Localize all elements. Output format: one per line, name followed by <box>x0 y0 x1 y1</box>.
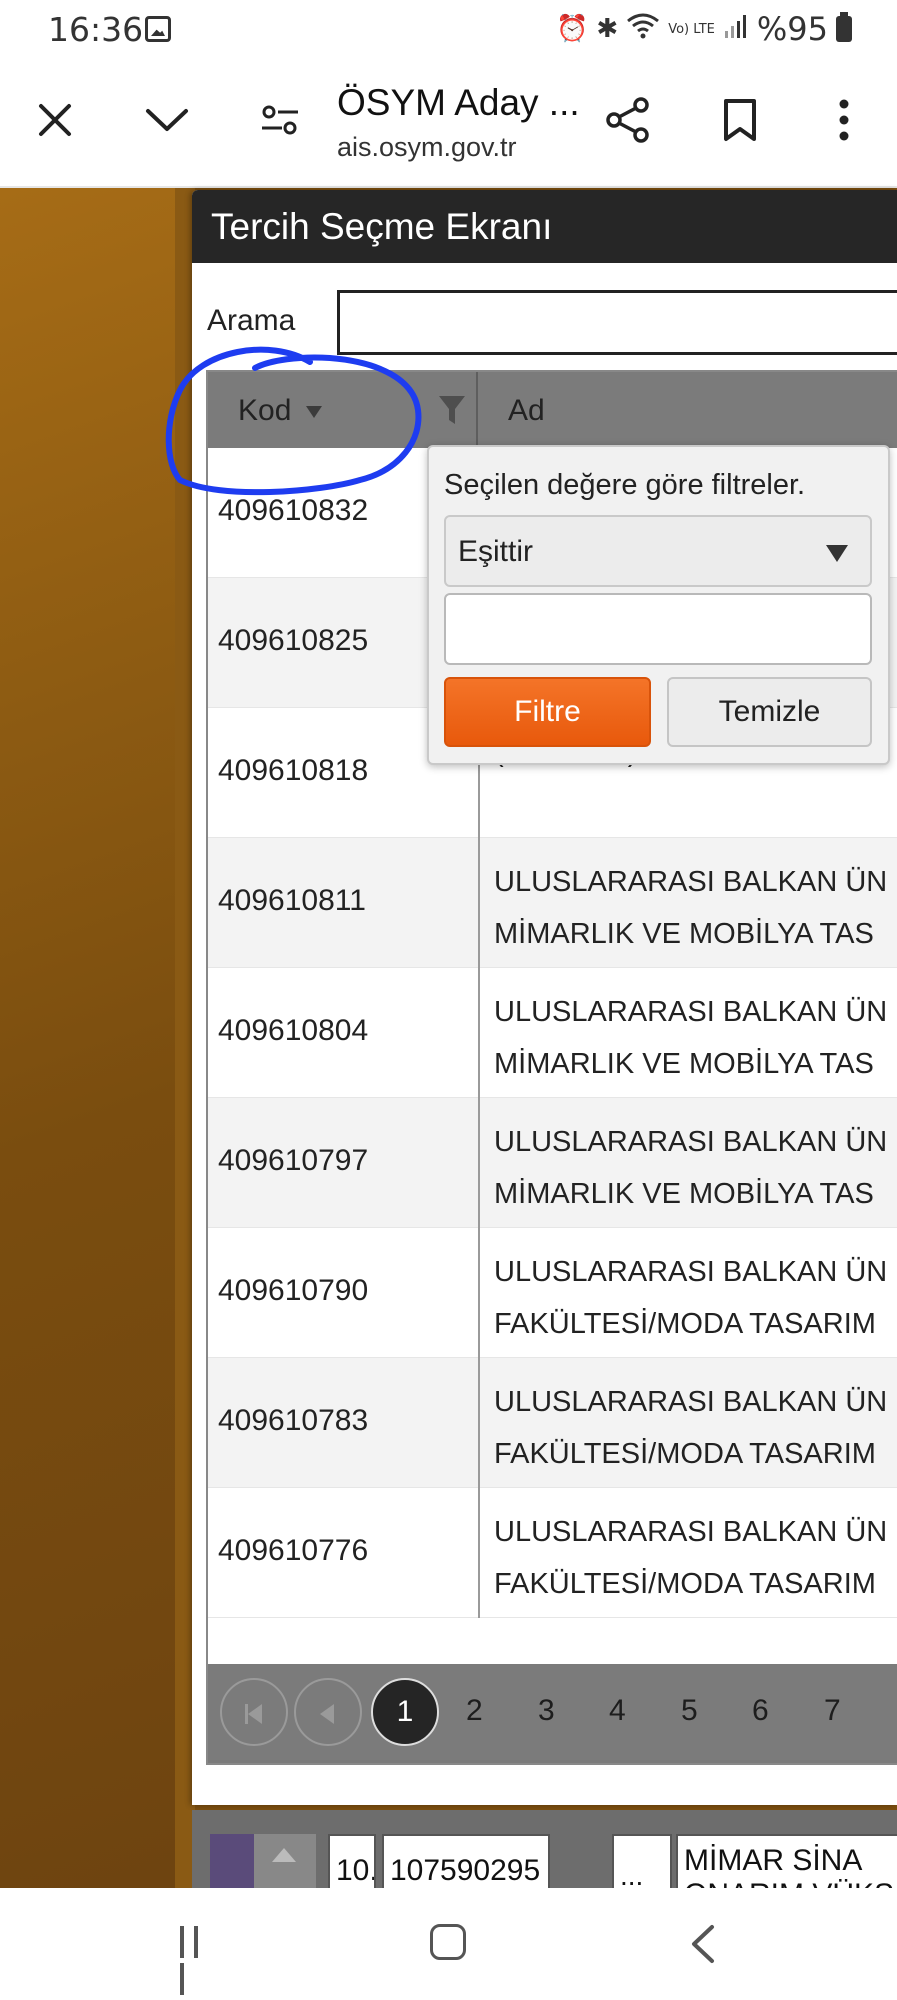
table-row[interactable]: 409610783 ULUSLARARASI BALKAN ÜN FAKÜLTES… <box>208 1358 897 1488</box>
status-time: 16:36 <box>48 10 144 49</box>
filter-popup: Seçilen değere göre filtreler. Eşittir F… <box>427 445 890 765</box>
browser-toolbar: ÖSYM Aday ... ais.osym.gov.tr <box>0 60 897 188</box>
row-code: 409610790 <box>218 1274 369 1307</box>
clear-button[interactable]: Temizle <box>667 677 872 747</box>
column-ad-label[interactable]: Ad <box>508 394 545 428</box>
settings-icon[interactable] <box>250 90 310 150</box>
tercih-dialog: Tercih Seçme Ekranı Arama Kod Ad 4096108… <box>192 190 897 1805</box>
alarm-icon: ⏰ <box>556 14 589 44</box>
prev-page-icon[interactable] <box>294 1678 362 1746</box>
page-link[interactable]: 7 <box>824 1694 841 1728</box>
row-code: 409610804 <box>218 1014 369 1047</box>
pager: 1 2 3 4 5 6 7 <box>208 1664 897 1763</box>
row-name: ULUSLARARASI BALKAN ÜN FAKÜLTESİ/MODA TAS… <box>494 1256 888 1340</box>
page-link[interactable]: 5 <box>681 1694 698 1728</box>
column-header-kod[interactable]: Kod <box>208 372 478 448</box>
page-title[interactable]: ÖSYM Aday ... <box>337 82 580 124</box>
image-icon <box>145 16 171 42</box>
row-name: ULUSLARARASI BALKAN ÜN FAKÜLTESİ/MODA TAS… <box>494 1516 888 1600</box>
backdrop-light <box>0 188 175 1888</box>
chevron-down-icon <box>826 545 848 562</box>
table-row[interactable]: 409610776 ULUSLARARASI BALKAN ÜN FAKÜLTES… <box>208 1488 897 1618</box>
page-url[interactable]: ais.osym.gov.tr <box>337 132 517 163</box>
sort-arrow-icon[interactable] <box>306 406 322 418</box>
row-code: 409610825 <box>218 624 369 657</box>
row-code: 409610832 <box>218 494 369 527</box>
home-icon[interactable] <box>430 1924 466 1960</box>
search-label: Arama <box>207 304 296 337</box>
column-divider <box>478 1228 480 1358</box>
first-page-icon[interactable] <box>220 1678 288 1746</box>
bluetooth-icon: ✱ <box>596 14 619 44</box>
row-code: 409610811 <box>218 884 366 917</box>
row-code: 409610797 <box>218 1144 369 1177</box>
table-row[interactable]: 409610797 ULUSLARARASI BALKAN ÜN MİMARLIK… <box>208 1098 897 1228</box>
bookmark-icon[interactable] <box>710 90 770 150</box>
column-kod-label: Kod <box>238 394 292 427</box>
column-divider <box>478 1358 480 1488</box>
grid-header: Kod Ad <box>208 372 897 448</box>
battery-percentage: %95 <box>756 10 828 48</box>
table-row[interactable]: 409610790 ULUSLARARASI BALKAN ÜN FAKÜLTES… <box>208 1228 897 1358</box>
signal-icon <box>723 13 749 46</box>
name-cell: MİMAR SİNAONARIM VÜKS <box>676 1834 897 1888</box>
column-divider <box>478 1098 480 1228</box>
more-icon[interactable] <box>814 90 874 150</box>
share-icon[interactable] <box>598 90 658 150</box>
order-cell: 10. <box>328 1834 376 1888</box>
underlying-table: 10. 107590295 ... MİMAR SİNAONARIM VÜKS <box>192 1810 897 1888</box>
search-input[interactable] <box>337 290 897 355</box>
battery-icon <box>836 12 852 42</box>
row-code: 409610783 <box>218 1404 369 1437</box>
system-nav-bar <box>0 1888 897 2000</box>
status-icons: ⏰ ✱ Vo) LTE %95 <box>556 10 852 48</box>
filter-value-input[interactable] <box>444 593 872 665</box>
filter-popup-title: Seçilen değere göre filtreler. <box>444 469 806 501</box>
row-name: ULUSLARARASI BALKAN ÜN FAKÜLTESİ/MODA TAS… <box>494 1386 888 1470</box>
column-divider <box>478 1488 480 1618</box>
table-row[interactable]: 409610811 ULUSLARARASI BALKAN ÜN MİMARLIK… <box>208 838 897 968</box>
move-up-icon[interactable] <box>254 1834 316 1888</box>
dialog-title: Tercih Seçme Ekranı <box>192 190 897 263</box>
table-row[interactable]: 409610804 ULUSLARARASI BALKAN ÜN MİMARLIK… <box>208 968 897 1098</box>
drag-handle-icon[interactable] <box>210 1834 254 1888</box>
row-code: 409610776 <box>218 1534 369 1567</box>
filter-operator-select[interactable]: Eşittir <box>444 515 872 587</box>
page-link[interactable]: 4 <box>609 1694 626 1728</box>
page-link[interactable]: 3 <box>538 1694 555 1728</box>
row-name: ULUSLARARASI BALKAN ÜN MİMARLIK VE MOBİLY… <box>494 996 888 1080</box>
filter-operator-value: Eşittir <box>458 535 533 568</box>
current-page[interactable]: 1 <box>371 1678 439 1746</box>
chevron-down-icon[interactable] <box>137 90 197 150</box>
volte-icon: Vo) LTE <box>668 21 715 37</box>
status-bar: 16:36 ⏰ ✱ Vo) LTE %95 <box>0 0 897 60</box>
row-name: ULUSLARARASI BALKAN ÜN MİMARLIK VE MOBİLY… <box>494 1126 888 1210</box>
row-name: ULUSLARARASI BALKAN ÜN MİMARLIK VE MOBİLY… <box>494 866 888 950</box>
wifi-icon <box>626 13 660 46</box>
row-code: 409610818 <box>218 754 369 787</box>
code-cell: 107590295 <box>382 1834 550 1888</box>
recent-apps-icon[interactable] <box>180 1926 220 1995</box>
page-link[interactable]: 2 <box>466 1694 483 1728</box>
filter-button[interactable]: Filtre <box>444 677 651 747</box>
dots-cell[interactable]: ... <box>612 1834 672 1888</box>
column-divider <box>478 968 480 1098</box>
filter-icon[interactable] <box>438 394 466 426</box>
column-divider <box>478 838 480 968</box>
back-icon[interactable] <box>688 1924 718 1964</box>
page-link[interactable]: 6 <box>752 1694 769 1728</box>
close-icon[interactable] <box>25 90 85 150</box>
